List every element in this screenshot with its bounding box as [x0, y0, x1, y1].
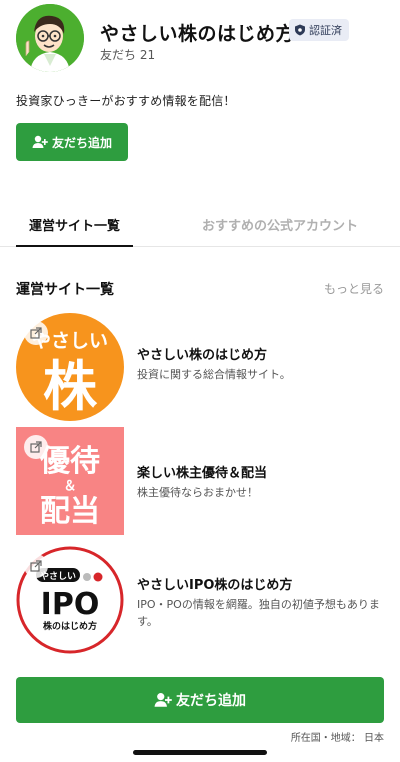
site-thumbnail[interactable]: やさしい IPO 株のはじめ方: [16, 546, 124, 654]
location-info: 所在国・地域： 日本: [290, 733, 384, 744]
site-description: 投資に関する総合情報サイト。: [137, 368, 291, 381]
external-link-icon: [24, 435, 48, 459]
thumb-text-main: IPO: [41, 587, 100, 622]
site-title: やさしいIPO株のはじめ方: [137, 578, 293, 593]
section-title: 運営サイト一覧: [16, 282, 114, 298]
shield-icon: [295, 24, 305, 36]
thumb-text-bottom: 配当: [40, 494, 100, 529]
thumb-text-mid: ＆: [63, 479, 76, 494]
add-friend-button-bottom[interactable]: 友だち追加: [16, 677, 384, 723]
verified-label: 認証済: [309, 24, 342, 37]
account-name: やさしい株のはじめ方: [100, 23, 296, 45]
site-item-kabu[interactable]: やさしい 株 やさしい株のはじめ方 投資に関する総合情報サイト。: [16, 313, 386, 421]
site-title: 楽しい株主優待＆配当: [137, 466, 268, 481]
site-title: やさしい株のはじめ方: [137, 348, 268, 363]
add-friend-icon: [32, 135, 48, 148]
verified-badge: 認証済: [289, 19, 349, 41]
friends-label: 友だち: [100, 48, 137, 62]
tab-bar: 運営サイト一覧 おすすめの公式アカウント: [0, 205, 400, 247]
friends-count: 友だち 21: [100, 46, 155, 63]
site-thumbnail[interactable]: 優待 ＆ 配当: [16, 427, 124, 535]
site-item-yutai[interactable]: 優待 ＆ 配当 楽しい株主優待＆配当 株主優待ならおまかせ！: [16, 427, 386, 535]
site-item-ipo[interactable]: やさしい IPO 株のはじめ方 やさしいIPO株のはじめ方 IPO・POの情報を…: [16, 546, 386, 654]
thumb-text-main: 株: [43, 355, 98, 418]
site-description: IPO・POの情報を網羅。独自の初値予想もあります。: [137, 598, 380, 628]
add-friend-button[interactable]: 友だち追加: [16, 123, 128, 161]
account-header: やさしい株のはじめ方 認証済 友だち 21: [16, 4, 386, 74]
site-thumbnail[interactable]: やさしい 株: [16, 313, 124, 421]
tab-recommended-accounts[interactable]: おすすめの公式アカウント: [180, 215, 380, 234]
external-link-icon: [24, 321, 48, 345]
add-friend-label: 友だち追加: [51, 135, 112, 150]
thumb-text-bottom: 株のはじめ方: [43, 620, 97, 632]
avatar[interactable]: [16, 4, 84, 72]
see-more-link[interactable]: もっと見る: [324, 280, 384, 297]
external-link-icon: [24, 554, 48, 578]
friends-number: 21: [139, 48, 156, 62]
tab-operated-sites[interactable]: 運営サイト一覧: [16, 215, 133, 247]
home-indicator[interactable]: [133, 750, 267, 755]
account-description: 投資家ひっきーがおすすめ情報を配信！: [16, 94, 236, 108]
thumb-text-top: 優待: [39, 444, 100, 479]
site-description: 株主優待ならおまかせ！: [137, 486, 258, 499]
add-friend-label: 友だち追加: [176, 693, 246, 709]
add-friend-icon: [154, 693, 172, 707]
